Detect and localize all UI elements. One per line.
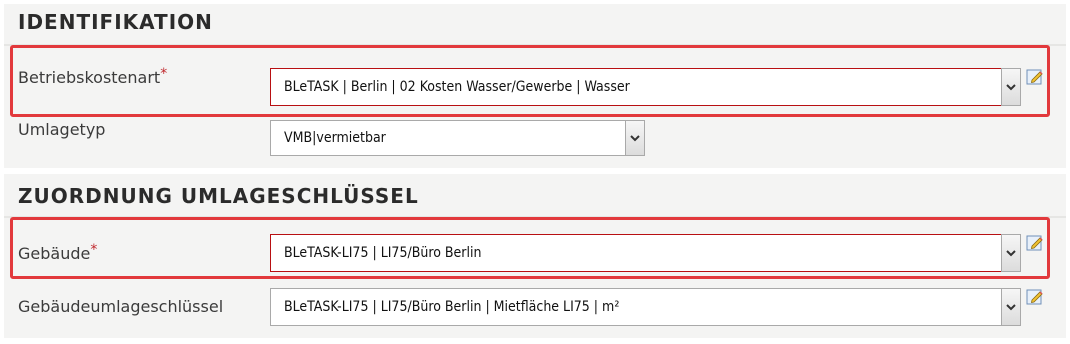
chevron-down-icon <box>1006 249 1016 256</box>
section-title-zuordnung: ZUORDNUNG UMLAGESCHLÜSSEL <box>18 184 419 208</box>
section-divider <box>4 44 1066 46</box>
row-gebaeudeumlageschluessel: Gebäudeumlageschlüssel BLeTASK-LI75 | LI… <box>4 282 1066 338</box>
umlagetyp-dropdown-button[interactable] <box>625 120 645 156</box>
gebaeude-edit-button[interactable] <box>1026 234 1044 252</box>
edit-pencil-icon <box>1026 69 1043 85</box>
required-marker: * <box>90 242 98 258</box>
betriebskostenart-edit-button[interactable] <box>1026 68 1044 86</box>
section-title-identifikation: IDENTIFIKATION <box>18 10 213 34</box>
edit-pencil-icon <box>1026 289 1043 305</box>
umlagetyp-value: VMB|vermietbar <box>284 130 386 146</box>
row-umlagetyp: Umlagetyp VMB|vermietbar <box>4 114 1066 168</box>
gebaeudeumlageschluessel-value: BLeTASK-LI75 | LI75/Büro Berlin | Mietfl… <box>284 299 620 315</box>
edit-pencil-icon <box>1026 235 1043 251</box>
gebaeude-label: Gebäude* <box>18 242 98 263</box>
umlagetyp-select[interactable]: VMB|vermietbar <box>270 120 626 156</box>
gebaeudeumlageschluessel-label: Gebäudeumlageschlüssel <box>18 297 224 316</box>
section-zuordnung-umlageschluessel: ZUORDNUNG UMLAGESCHLÜSSEL Gebäude* BLeTA… <box>4 174 1066 338</box>
gebaeudeumlageschluessel-select[interactable]: BLeTASK-LI75 | LI75/Büro Berlin | Mietfl… <box>270 288 1002 326</box>
gebaeudeumlageschluessel-dropdown-button[interactable] <box>1001 288 1021 326</box>
betriebskostenart-dropdown-button[interactable] <box>1001 68 1021 106</box>
gebaeude-label-text: Gebäude <box>18 244 91 263</box>
gebaeude-dropdown-button[interactable] <box>1001 234 1021 272</box>
betriebskostenart-label-text: Betriebskostenart <box>18 68 161 87</box>
row-betriebskostenart: Betriebskostenart* BLeTASK | Berlin | 02… <box>4 48 1066 114</box>
gebaeude-select[interactable]: BLeTASK-LI75 | LI75/Büro Berlin <box>270 234 1002 272</box>
row-gebaeude: Gebäude* BLeTASK-LI75 | LI75/Büro Berlin <box>4 220 1066 282</box>
umlagetyp-label: Umlagetyp <box>18 120 106 139</box>
betriebskostenart-value: BLeTASK | Berlin | 02 Kosten Wasser/Gewe… <box>284 79 630 95</box>
section-identifikation: IDENTIFIKATION Betriebskostenart* BLeTAS… <box>4 4 1066 168</box>
chevron-down-icon <box>630 134 640 141</box>
betriebskostenart-select[interactable]: BLeTASK | Berlin | 02 Kosten Wasser/Gewe… <box>270 68 1002 106</box>
betriebskostenart-label: Betriebskostenart* <box>18 66 168 87</box>
section-divider <box>4 216 1066 218</box>
chevron-down-icon <box>1006 83 1016 90</box>
chevron-down-icon <box>1006 303 1016 310</box>
gebaeudeumlageschluessel-edit-button[interactable] <box>1026 288 1044 306</box>
gebaeude-value: BLeTASK-LI75 | LI75/Büro Berlin <box>284 245 482 261</box>
required-marker: * <box>160 66 168 82</box>
